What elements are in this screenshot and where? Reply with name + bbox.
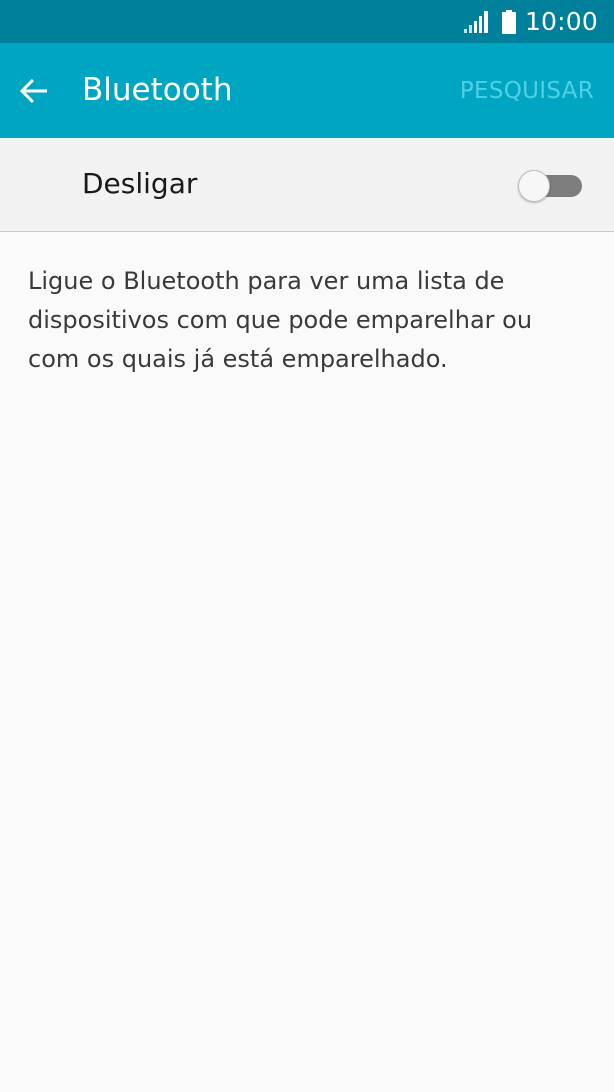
switch-thumb bbox=[518, 170, 550, 202]
bluetooth-switch[interactable] bbox=[518, 170, 582, 202]
arrow-left-icon bbox=[19, 78, 47, 104]
status-time: 10:00 bbox=[524, 7, 598, 36]
bluetooth-description: Ligue o Bluetooth para ver uma lista de … bbox=[28, 267, 533, 373]
page-title: Bluetooth bbox=[82, 72, 233, 108]
back-button[interactable] bbox=[14, 71, 54, 111]
bluetooth-toggle-row[interactable]: Desligar bbox=[0, 138, 614, 232]
search-button[interactable]: PESQUISAR bbox=[460, 76, 594, 106]
battery-icon bbox=[501, 9, 516, 34]
status-bar: 10:00 bbox=[0, 0, 614, 43]
bluetooth-toggle-label: Desligar bbox=[82, 167, 198, 200]
signal-icon bbox=[463, 10, 488, 33]
app-bar: Bluetooth PESQUISAR bbox=[0, 43, 614, 138]
